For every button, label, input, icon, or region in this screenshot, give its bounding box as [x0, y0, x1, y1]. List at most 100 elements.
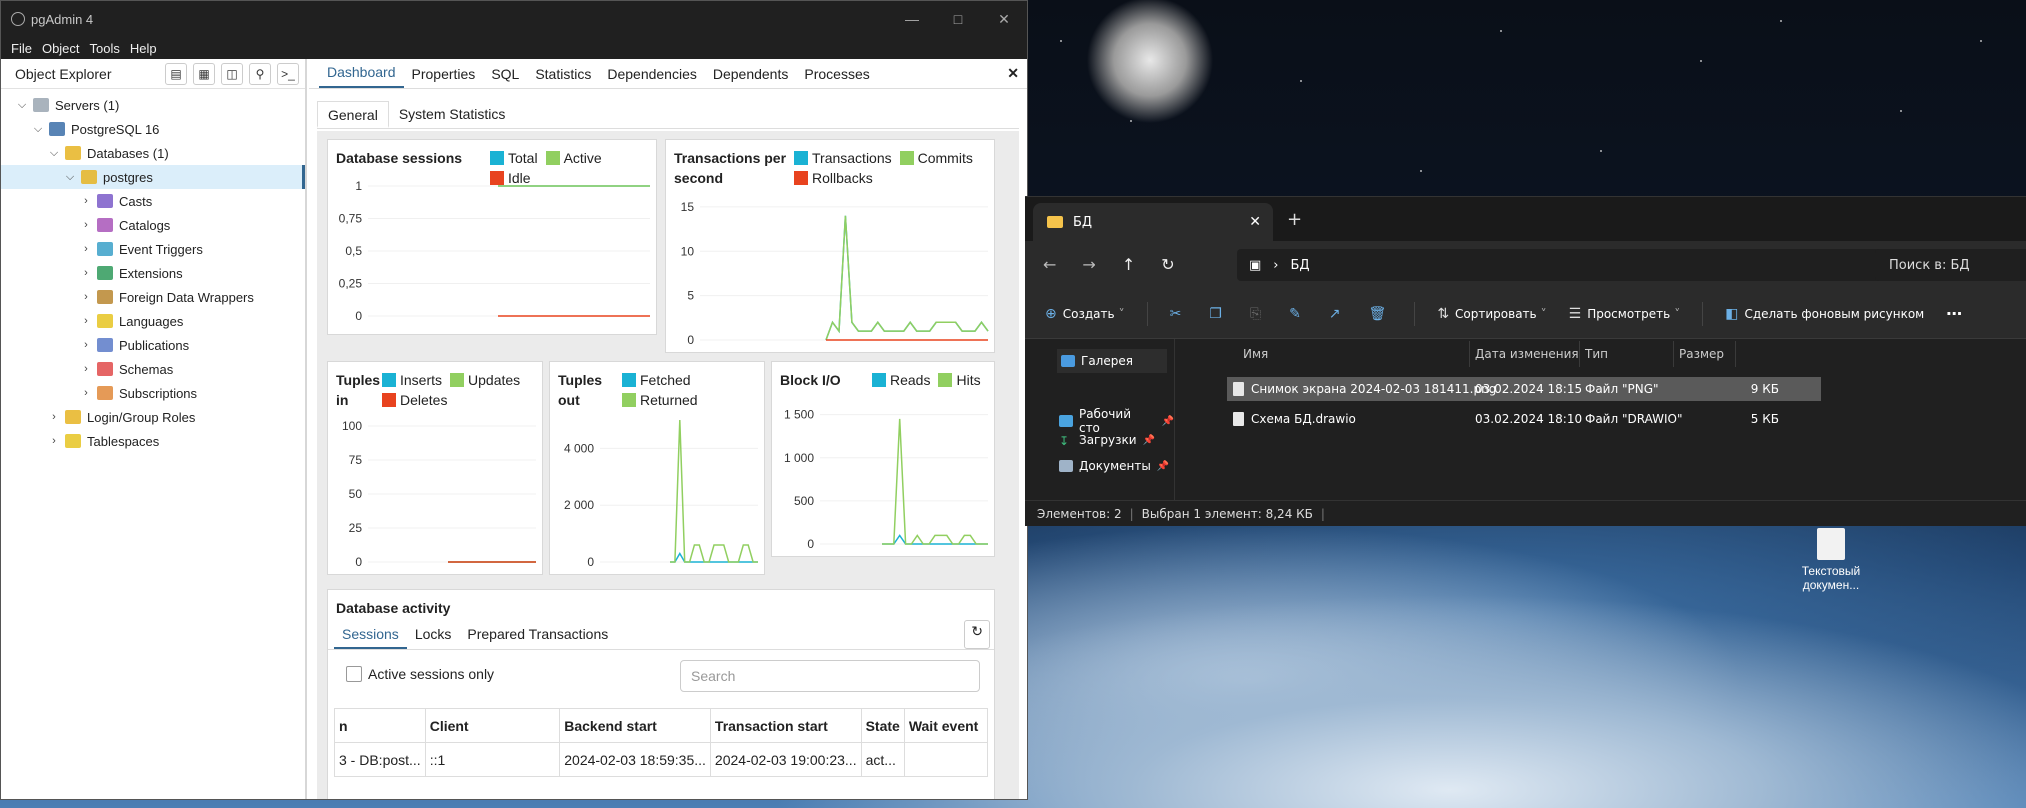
column-header[interactable]: Client: [424, 708, 561, 743]
search-objects-icon[interactable]: ⚲: [249, 62, 271, 85]
column-header[interactable]: State: [860, 708, 905, 743]
tab-dependencies[interactable]: Dependencies: [599, 66, 705, 88]
rename-icon[interactable]: ✎: [1289, 306, 1307, 322]
sidebar-item-desktop[interactable]: Рабочий сто 📌: [1059, 407, 1174, 435]
view-button[interactable]: ☰ Просмотреть ˅: [1569, 306, 1681, 322]
up-icon[interactable]: ↑: [1122, 255, 1135, 274]
legend-item-inserts[interactable]: Inserts: [382, 370, 442, 390]
copy-icon[interactable]: ❐: [1209, 306, 1228, 322]
active-sessions-checkbox[interactable]: Active sessions only: [346, 666, 494, 682]
refresh-icon[interactable]: ↻: [1161, 255, 1174, 274]
tree-item-schemas[interactable]: › Schemas: [1, 357, 305, 381]
column-date[interactable]: Дата изменения: [1475, 347, 1579, 361]
tree-item-event-triggers[interactable]: › Event Triggers: [1, 237, 305, 261]
sort-button[interactable]: ⇅ Сортировать ˅: [1437, 306, 1546, 322]
tree-item-publications[interactable]: › Publications: [1, 333, 305, 357]
table-row[interactable]: 3 - DB:post...::1 2024-02-03 18:59:35... 2…: [334, 742, 989, 777]
chevron-right-icon[interactable]: ›: [47, 411, 61, 423]
tree-item-casts[interactable]: › Casts: [1, 189, 305, 213]
chevron-right-icon[interactable]: ›: [79, 267, 93, 279]
legend-item-total[interactable]: Total: [490, 148, 538, 168]
tree-item-postgresql-16[interactable]: ⌵ PostgreSQL 16: [1, 117, 305, 141]
menu-object[interactable]: Object: [42, 41, 80, 56]
tab-processes[interactable]: Processes: [796, 66, 877, 88]
sidebar-item-downloads[interactable]: ↧ Загрузки 📌: [1059, 433, 1155, 448]
paste-icon[interactable]: ⎘: [1250, 306, 1267, 322]
checkbox-box[interactable]: [346, 666, 362, 682]
back-icon[interactable]: ←: [1043, 255, 1056, 274]
tree-item-extensions[interactable]: › Extensions: [1, 261, 305, 285]
chevron-down-icon[interactable]: ⌵: [31, 123, 45, 136]
chevron-right-icon[interactable]: ›: [79, 315, 93, 327]
psql-tool-icon[interactable]: >_: [277, 62, 299, 85]
subtab-general[interactable]: General: [317, 101, 389, 128]
file-row[interactable]: Схема БД.drawio 03.02.2024 18:10 Файл "DRA…: [1227, 407, 1821, 431]
chevron-right-icon[interactable]: ›: [47, 435, 61, 447]
legend-item-transactions[interactable]: Transactions: [794, 148, 892, 168]
cut-icon[interactable]: ✂: [1170, 306, 1188, 322]
legend-item-updates[interactable]: Updates: [450, 370, 520, 390]
column-name[interactable]: Имя: [1243, 347, 1268, 361]
address-bar[interactable]: ▣ › БД: [1237, 249, 1887, 281]
column-header[interactable]: n: [334, 708, 426, 743]
column-header[interactable]: Transaction start: [709, 708, 862, 743]
tree-item-tablespaces[interactable]: › Tablespaces: [1, 429, 305, 453]
tree-item-servers-1[interactable]: ⌵ Servers (1): [1, 93, 305, 117]
query-tool-icon[interactable]: ▤: [165, 62, 187, 85]
chevron-right-icon[interactable]: ›: [79, 387, 93, 399]
tree-item-login-group-roles[interactable]: › Login/Group Roles: [1, 405, 305, 429]
tree-item-languages[interactable]: › Languages: [1, 309, 305, 333]
minimize-button[interactable]: —: [889, 11, 935, 28]
explorer-tab[interactable]: БД ✕: [1033, 203, 1273, 241]
subtab-system-statistics[interactable]: System Statistics: [389, 101, 516, 128]
column-type[interactable]: Тип: [1585, 347, 1608, 361]
close-tab-icon[interactable]: ✕: [1249, 214, 1261, 230]
set-wallpaper-button[interactable]: ◧ Сделать фоновым рисунком: [1725, 306, 1924, 322]
delete-icon[interactable]: 🗑: [1369, 306, 1393, 322]
menu-tools[interactable]: Tools: [90, 41, 120, 56]
close-tab-icon[interactable]: ✕: [999, 65, 1027, 88]
tab-locks[interactable]: Locks: [407, 620, 460, 649]
forward-icon[interactable]: →: [1082, 255, 1095, 274]
chevron-right-icon[interactable]: ›: [79, 195, 93, 207]
desktop-icon-text-document[interactable]: Текстовый докумен...: [1796, 528, 1866, 592]
legend-item-reads[interactable]: Reads: [872, 370, 930, 390]
chevron-down-icon[interactable]: ⌵: [47, 147, 61, 160]
legend-item-deletes[interactable]: Deletes: [382, 390, 447, 410]
sidebar-item-documents[interactable]: Документы 📌: [1059, 459, 1169, 473]
chevron-down-icon[interactable]: ⌵: [15, 99, 29, 112]
sidebar-item-gallery[interactable]: Галерея: [1057, 349, 1167, 373]
file-row[interactable]: Снимок экрана 2024-02-03 181411.png 03.02…: [1227, 377, 1821, 401]
more-options-icon[interactable]: ⋯: [1946, 304, 1962, 323]
tab-statistics[interactable]: Statistics: [527, 66, 599, 88]
chevron-right-icon[interactable]: ›: [79, 363, 93, 375]
tree-item-databases-1[interactable]: ⌵ Databases (1): [1, 141, 305, 165]
tree-item-catalogs[interactable]: › Catalogs: [1, 213, 305, 237]
chevron-right-icon[interactable]: ›: [79, 243, 93, 255]
tab-prepared-transactions[interactable]: Prepared Transactions: [459, 620, 616, 649]
legend-item-fetched[interactable]: Fetched: [622, 370, 691, 390]
legend-item-rollbacks[interactable]: Rollbacks: [794, 168, 873, 188]
refresh-icon[interactable]: ↻: [964, 620, 990, 649]
chevron-down-icon[interactable]: ⌵: [63, 171, 77, 184]
menu-help[interactable]: Help: [130, 41, 157, 56]
maximize-button[interactable]: □: [935, 11, 981, 28]
tab-dashboard[interactable]: Dashboard: [319, 64, 404, 88]
new-tab-icon[interactable]: +: [1287, 209, 1302, 230]
column-header[interactable]: Backend start: [559, 708, 711, 743]
tab-dependents[interactable]: Dependents: [705, 66, 797, 88]
path-segment[interactable]: БД: [1291, 258, 1310, 273]
legend-item-commits[interactable]: Commits: [899, 148, 973, 168]
tab-sql[interactable]: SQL: [483, 66, 527, 88]
chevron-right-icon[interactable]: ›: [79, 291, 93, 303]
activity-search-input[interactable]: Search: [680, 660, 980, 692]
tree-item-postgres[interactable]: ⌵ postgres: [1, 165, 305, 189]
tab-properties[interactable]: Properties: [404, 66, 484, 88]
legend-item-hits[interactable]: Hits: [938, 370, 981, 390]
menu-file[interactable]: File: [11, 41, 32, 56]
tab-sessions[interactable]: Sessions: [334, 620, 407, 649]
tree-item-foreign-data-wrappers[interactable]: › Foreign Data Wrappers: [1, 285, 305, 309]
search-input[interactable]: Поиск в: БД: [1875, 249, 2026, 281]
create-button[interactable]: ⊕ Создать ˅: [1045, 306, 1125, 322]
tree-item-subscriptions[interactable]: › Subscriptions: [1, 381, 305, 405]
